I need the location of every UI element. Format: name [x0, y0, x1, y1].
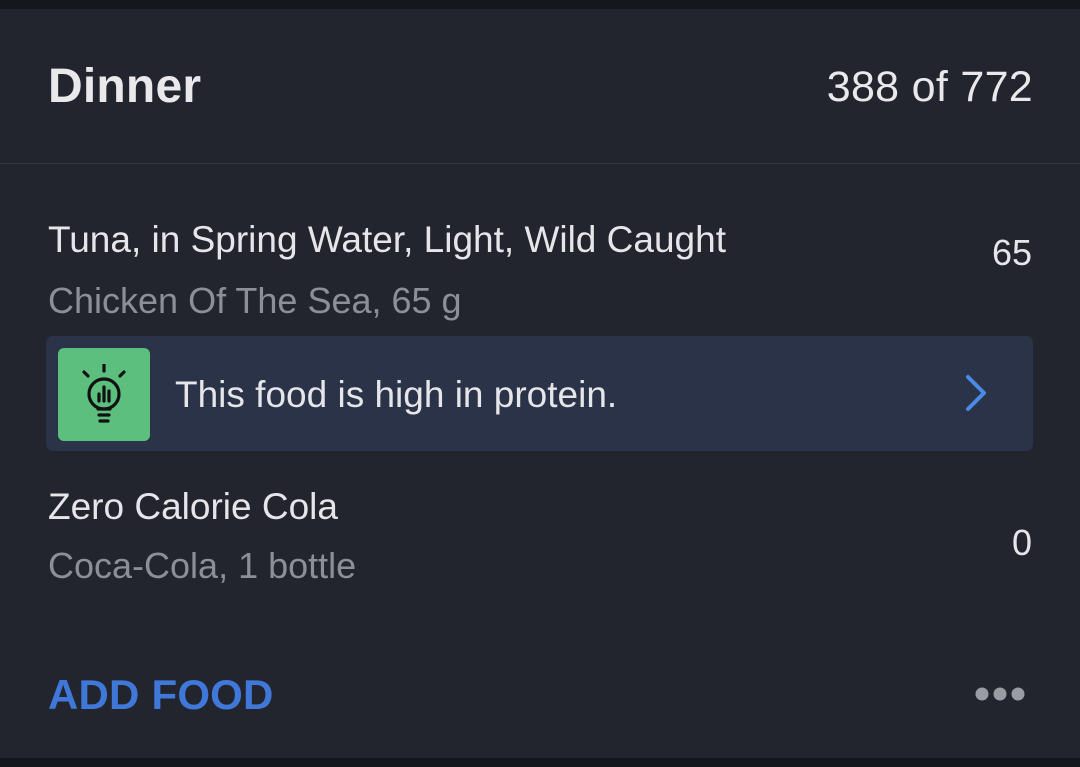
add-food-button[interactable]: ADD FOOD: [48, 671, 274, 719]
food-item-tuna[interactable]: Tuna, in Spring Water, Light, Wild Caugh…: [0, 184, 1080, 334]
food-calories: 65: [991, 232, 1032, 273]
meal-card-dinner: Dinner 388 of 772 Tuna, in Spring Water,…: [0, 9, 1080, 758]
lightbulb-icon: [58, 348, 150, 441]
food-detail: Chicken Of The Sea, 65 g: [48, 280, 462, 321]
food-name: Zero Calorie Cola: [48, 486, 338, 527]
meal-calorie-total: 388 of 772: [826, 63, 1033, 111]
food-name: Tuna, in Spring Water, Light, Wild Caugh…: [48, 219, 726, 260]
protein-insight-banner[interactable]: This food is high in protein.: [46, 336, 1033, 451]
insight-text: This food is high in protein.: [175, 374, 618, 415]
food-calories: 0: [1011, 522, 1032, 563]
chevron-right-icon: [964, 374, 988, 417]
food-detail: Coca-Cola, 1 bottle: [48, 545, 357, 586]
ellipsis-icon: [975, 687, 1025, 701]
top-separator: [0, 0, 1080, 9]
meal-title: Dinner: [48, 60, 202, 113]
more-options-button[interactable]: [970, 681, 1030, 707]
bottom-separator: [0, 758, 1080, 767]
meal-header: Dinner 388 of 772: [0, 9, 1080, 164]
food-item-cola[interactable]: Zero Calorie Cola Coca-Cola, 1 bottle 0: [0, 461, 1080, 611]
